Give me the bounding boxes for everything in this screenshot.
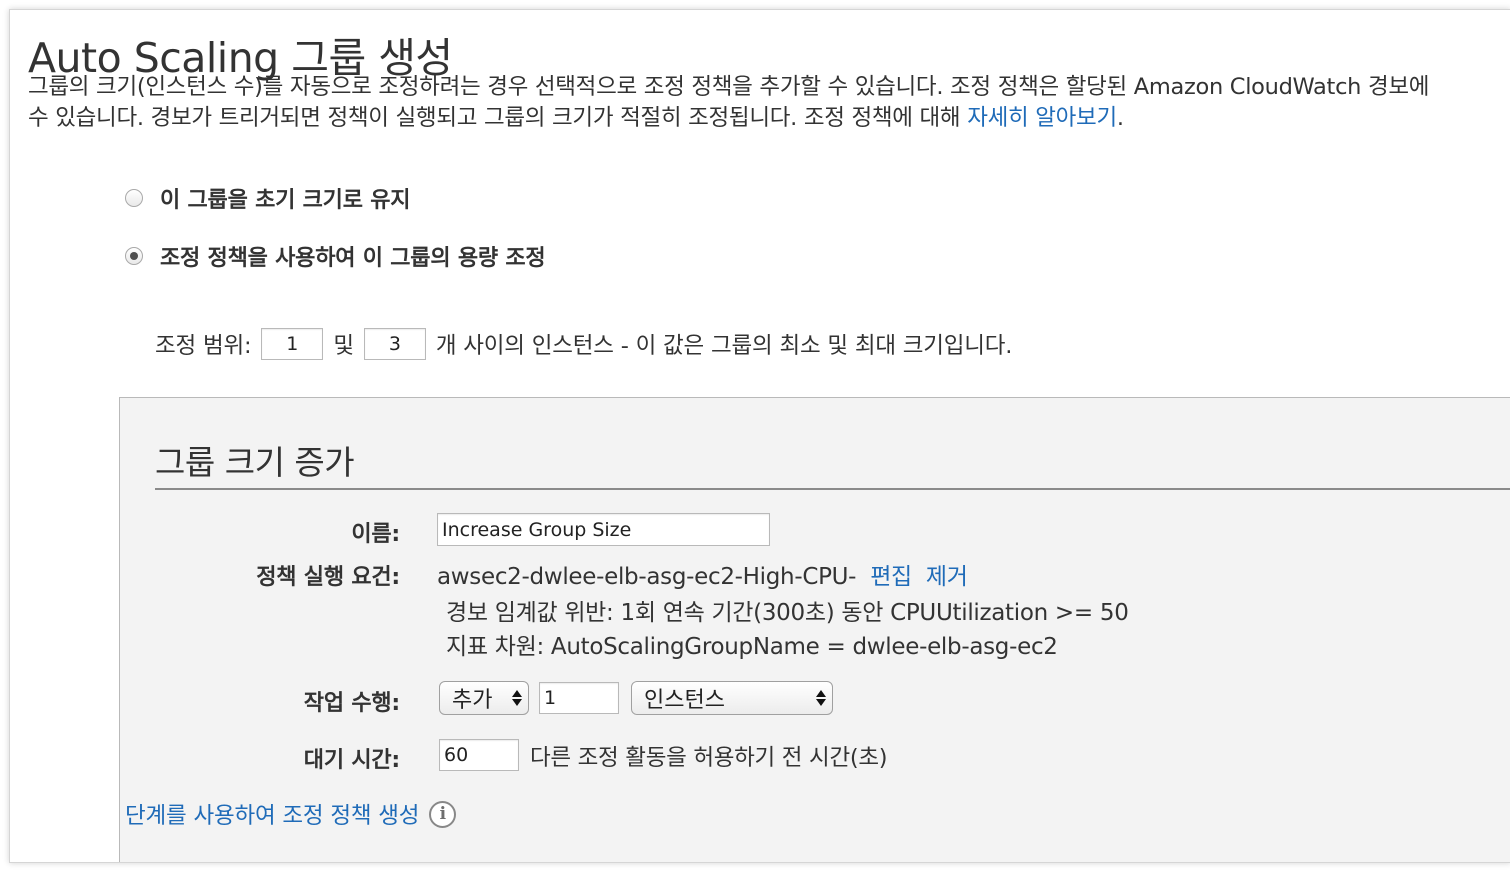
scale-range-suffix: 개 사이의 인스턴스 - 이 값은 그룹의 최소 및 최대 크기입니다.: [435, 333, 1013, 359]
edit-alarm-link[interactable]: 편집: [870, 564, 912, 590]
take-action-label: 작업 수행:: [303, 691, 400, 716]
action-type-value: 추가: [452, 688, 493, 713]
description-line-2-text: 수 있습니다. 경보가 트리거되면 정책이 실행되고 그룹의 크기가 적절히 조…: [28, 105, 968, 131]
select-arrows-icon: [512, 690, 522, 706]
description-end: .: [1116, 105, 1124, 131]
use-scaling-policies-label: 조정 정책을 사용하여 이 그룹의 용량 조정: [160, 246, 546, 271]
cooldown-label: 대기 시간:: [303, 748, 400, 773]
panel-title: 그룹 크기 증가: [155, 443, 355, 482]
option-keep-initial-size[interactable]: 이 그룹을 초기 크기로 유지: [125, 182, 410, 214]
action-quantity-input[interactable]: [539, 682, 619, 714]
scale-range-prefix: 조정 범위:: [155, 333, 252, 359]
action-unit-value: 인스턴스: [644, 688, 725, 713]
action-unit-select[interactable]: 인스턴스: [631, 681, 833, 715]
alarm-name: awsec2-dwlee-elb-asg-ec2-High-CPU-: [437, 564, 857, 590]
scale-range-row: 조정 범위: 및 개 사이의 인스턴스 - 이 값은 그룹의 최소 및 최대 크…: [155, 328, 1012, 360]
cooldown-suffix: 다른 조정 활동을 허용하기 전 시간(초): [530, 745, 888, 771]
radio-selected-dot: [130, 252, 138, 260]
min-instances-input[interactable]: [261, 328, 324, 360]
action-type-select[interactable]: 추가: [439, 681, 529, 715]
learn-more-link[interactable]: 자세히 알아보기: [967, 105, 1117, 131]
create-step-policy-link[interactable]: 단계를 사용하여 조정 정책 생성: [125, 798, 420, 830]
scale-range-between: 및: [333, 333, 354, 359]
increase-group-size-panel: 그룹 크기 증가 이름: 정책 실행 요건: awsec2-dwlee-elb-…: [119, 397, 1510, 862]
alarm-row: awsec2-dwlee-elb-asg-ec2-High-CPU- 편집 제거: [437, 557, 968, 591]
page-description: 그룹의 크기(인스턴스 수)를 자동으로 조정하려는 경우 선택적으로 조정 정…: [28, 72, 1510, 134]
step-policy-row: 단계를 사용하여 조정 정책 생성 i: [125, 798, 457, 830]
description-line-1: 그룹의 크기(인스턴스 수)를 자동으로 조정하려는 경우 선택적으로 조정 정…: [28, 74, 1430, 100]
remove-alarm-link[interactable]: 제거: [926, 564, 968, 590]
scaling-policy-page: Auto Scaling 그룹 생성 그룹의 크기(인스턴스 수)를 자동으로 …: [9, 9, 1510, 863]
alarm-breach-text: 경보 임계값 위반: 1회 연속 기간(300초) 동안 CPUUtilizat…: [446, 600, 1129, 626]
execute-policy-label: 정책 실행 요건:: [256, 565, 400, 590]
info-icon[interactable]: i: [429, 800, 457, 828]
policy-name-label: 이름:: [351, 522, 400, 547]
panel-divider: [155, 488, 1510, 490]
select-arrows-icon: [816, 690, 826, 706]
policy-name-input[interactable]: [437, 513, 770, 546]
cooldown-input[interactable]: [439, 739, 519, 771]
description-line-2: 수 있습니다. 경보가 트리거되면 정책이 실행되고 그룹의 크기가 적절히 조…: [28, 103, 1510, 134]
metric-dimension-text: 지표 차원: AutoScalingGroupName = dwlee-elb-…: [446, 634, 1058, 660]
keep-initial-size-radio[interactable]: [125, 189, 143, 207]
option-use-scaling-policies[interactable]: 조정 정책을 사용하여 이 그룹의 용량 조정: [125, 240, 546, 272]
keep-initial-size-label: 이 그룹을 초기 크기로 유지: [160, 188, 411, 213]
use-scaling-policies-radio[interactable]: [125, 247, 143, 265]
max-instances-input[interactable]: [363, 328, 426, 360]
